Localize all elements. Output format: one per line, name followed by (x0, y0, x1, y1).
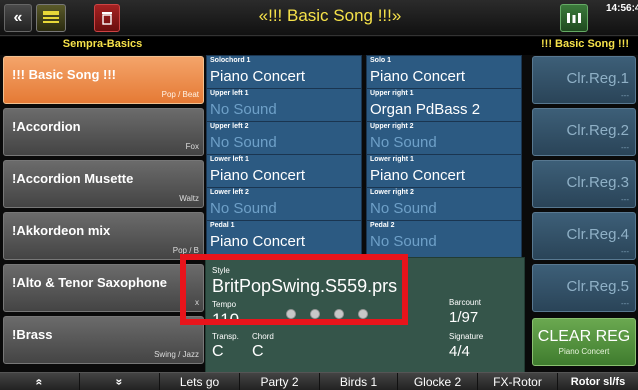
trash-icon (101, 11, 113, 25)
page-title: «!!! Basic Song !!!» (258, 6, 402, 25)
registration-sub: --- (621, 247, 629, 256)
voice-label: Solochord 1 (210, 57, 251, 64)
song-item[interactable]: !Accordion Fox (3, 108, 204, 156)
voice-value: No Sound (210, 101, 277, 118)
scroll-up-button[interactable]: « (0, 373, 80, 390)
voice-label: Pedal 1 (210, 222, 235, 229)
bottom-bar-button[interactable]: Birds 1 (320, 373, 398, 390)
voice-label: Upper right 1 (370, 90, 414, 97)
song-genre: Waltz (179, 194, 199, 203)
clear-registration-button[interactable]: Clr.Reg.2 --- (532, 108, 636, 156)
song-genre: Swing / Jazz (154, 350, 199, 359)
registration-label: Clr.Reg.1 (566, 70, 629, 87)
registration-label: Clr.Reg.4 (566, 226, 629, 243)
bottom-bar-button[interactable]: Party 2 (240, 373, 320, 390)
transp-label: Transp. (212, 332, 239, 341)
song-name: !Accordion Musette (12, 171, 134, 186)
voice-label: Lower right 1 (370, 156, 414, 163)
voice-value: Organ PdBass 2 (370, 101, 481, 118)
menu-button[interactable] (36, 4, 66, 32)
clear-registration-button[interactable]: Clr.Reg.3 --- (532, 160, 636, 208)
voice-value: No Sound (210, 200, 277, 217)
registration-sub: --- (621, 195, 629, 204)
registration-label: Clr.Reg.5 (566, 278, 629, 295)
registration-label: Clr.Reg.2 (566, 122, 629, 139)
song-name: !Brass (12, 327, 53, 342)
song-item[interactable]: !Brass Swing / Jazz (3, 316, 204, 364)
chevron-down-icon: » (112, 378, 127, 385)
voice-value: Piano Concert (210, 167, 306, 184)
bottom-bar-button[interactable]: Glocke 2 (398, 373, 478, 390)
signature-value: 4/4 (449, 343, 470, 360)
registration-sub: --- (621, 91, 629, 100)
signature-label: Signature (449, 332, 484, 341)
registration-sub: --- (621, 299, 629, 308)
clear-reg-sub: Piano Concert (558, 347, 610, 356)
song-name: !Akkordeon mix (12, 223, 111, 238)
voice-label: Solo 1 (370, 57, 392, 64)
clear-registration-button[interactable]: Clr.Reg.5 --- (532, 264, 636, 312)
voice-value: No Sound (370, 134, 437, 151)
clear-reg-button[interactable]: CLEAR REG Piano Concert (532, 318, 636, 366)
barcount-label: Barcount (449, 298, 482, 307)
song-name: !!! Basic Song !!! (12, 67, 116, 82)
back-button[interactable]: « (4, 4, 32, 32)
registration-label: Clr.Reg.3 (566, 174, 629, 191)
song-genre: Fox (185, 142, 199, 151)
clear-registration-button[interactable]: Clr.Reg.1 --- (532, 56, 636, 104)
song-name: !Accordion (12, 119, 81, 134)
current-song-header: !!! Basic Song !!! (541, 38, 629, 50)
barcount-value: 1/97 (449, 309, 479, 326)
registration-sub: --- (621, 143, 629, 152)
menu-icon (42, 10, 60, 26)
voice-label: Upper left 1 (210, 90, 249, 97)
song-item[interactable]: !Alto & Tenor Saxophone x (3, 264, 204, 312)
chevron-up-icon: « (32, 378, 47, 385)
song-genre: Pop / Beat (161, 90, 199, 99)
song-item[interactable]: !!! Basic Song !!! Pop / Beat (3, 56, 204, 104)
chord-value: C (252, 343, 264, 360)
mixer-button[interactable] (560, 4, 588, 32)
double-chevron-left-icon: « (13, 9, 23, 26)
song-item[interactable]: !Akkordeon mix Pop / B (3, 212, 204, 260)
song-name: !Alto & Tenor Saxophone (12, 275, 168, 290)
voice-label: Lower right 2 (370, 189, 414, 196)
transp-value: C (212, 343, 224, 360)
voice-value: Piano Concert (210, 233, 306, 250)
highlight-box (180, 254, 408, 325)
bottom-bar-button[interactable]: FX-Rotor (478, 373, 558, 390)
voice-value: Piano Concert (210, 68, 306, 85)
chord-label: Chord (252, 332, 274, 341)
bottom-bar-button[interactable]: Lets go (160, 373, 240, 390)
voice-label: Upper left 2 (210, 123, 249, 130)
delete-button[interactable] (94, 4, 120, 32)
voice-value: Piano Concert (370, 68, 466, 85)
song-category-header: Sempra-Basics (62, 38, 143, 50)
voice-value: No Sound (370, 233, 437, 250)
voice-value: No Sound (370, 200, 437, 217)
clear-reg-label: CLEAR REG (537, 328, 631, 345)
scroll-down-button[interactable]: » (80, 373, 160, 390)
voice-label: Upper right 2 (370, 123, 414, 130)
clock: 14:56:4 (606, 3, 638, 14)
voice-label: Lower left 1 (210, 156, 249, 163)
voice-label: Pedal 2 (370, 222, 395, 229)
song-item[interactable]: !Accordion Musette Waltz (3, 160, 204, 208)
clear-registration-button[interactable]: Clr.Reg.4 --- (532, 212, 636, 260)
voice-value: No Sound (210, 134, 277, 151)
voice-label: Lower left 2 (210, 189, 249, 196)
bottom-bar-button[interactable]: Rotor sl/fs (558, 373, 638, 390)
voice-value: Piano Concert (370, 167, 466, 184)
mixer-icon (565, 11, 583, 25)
